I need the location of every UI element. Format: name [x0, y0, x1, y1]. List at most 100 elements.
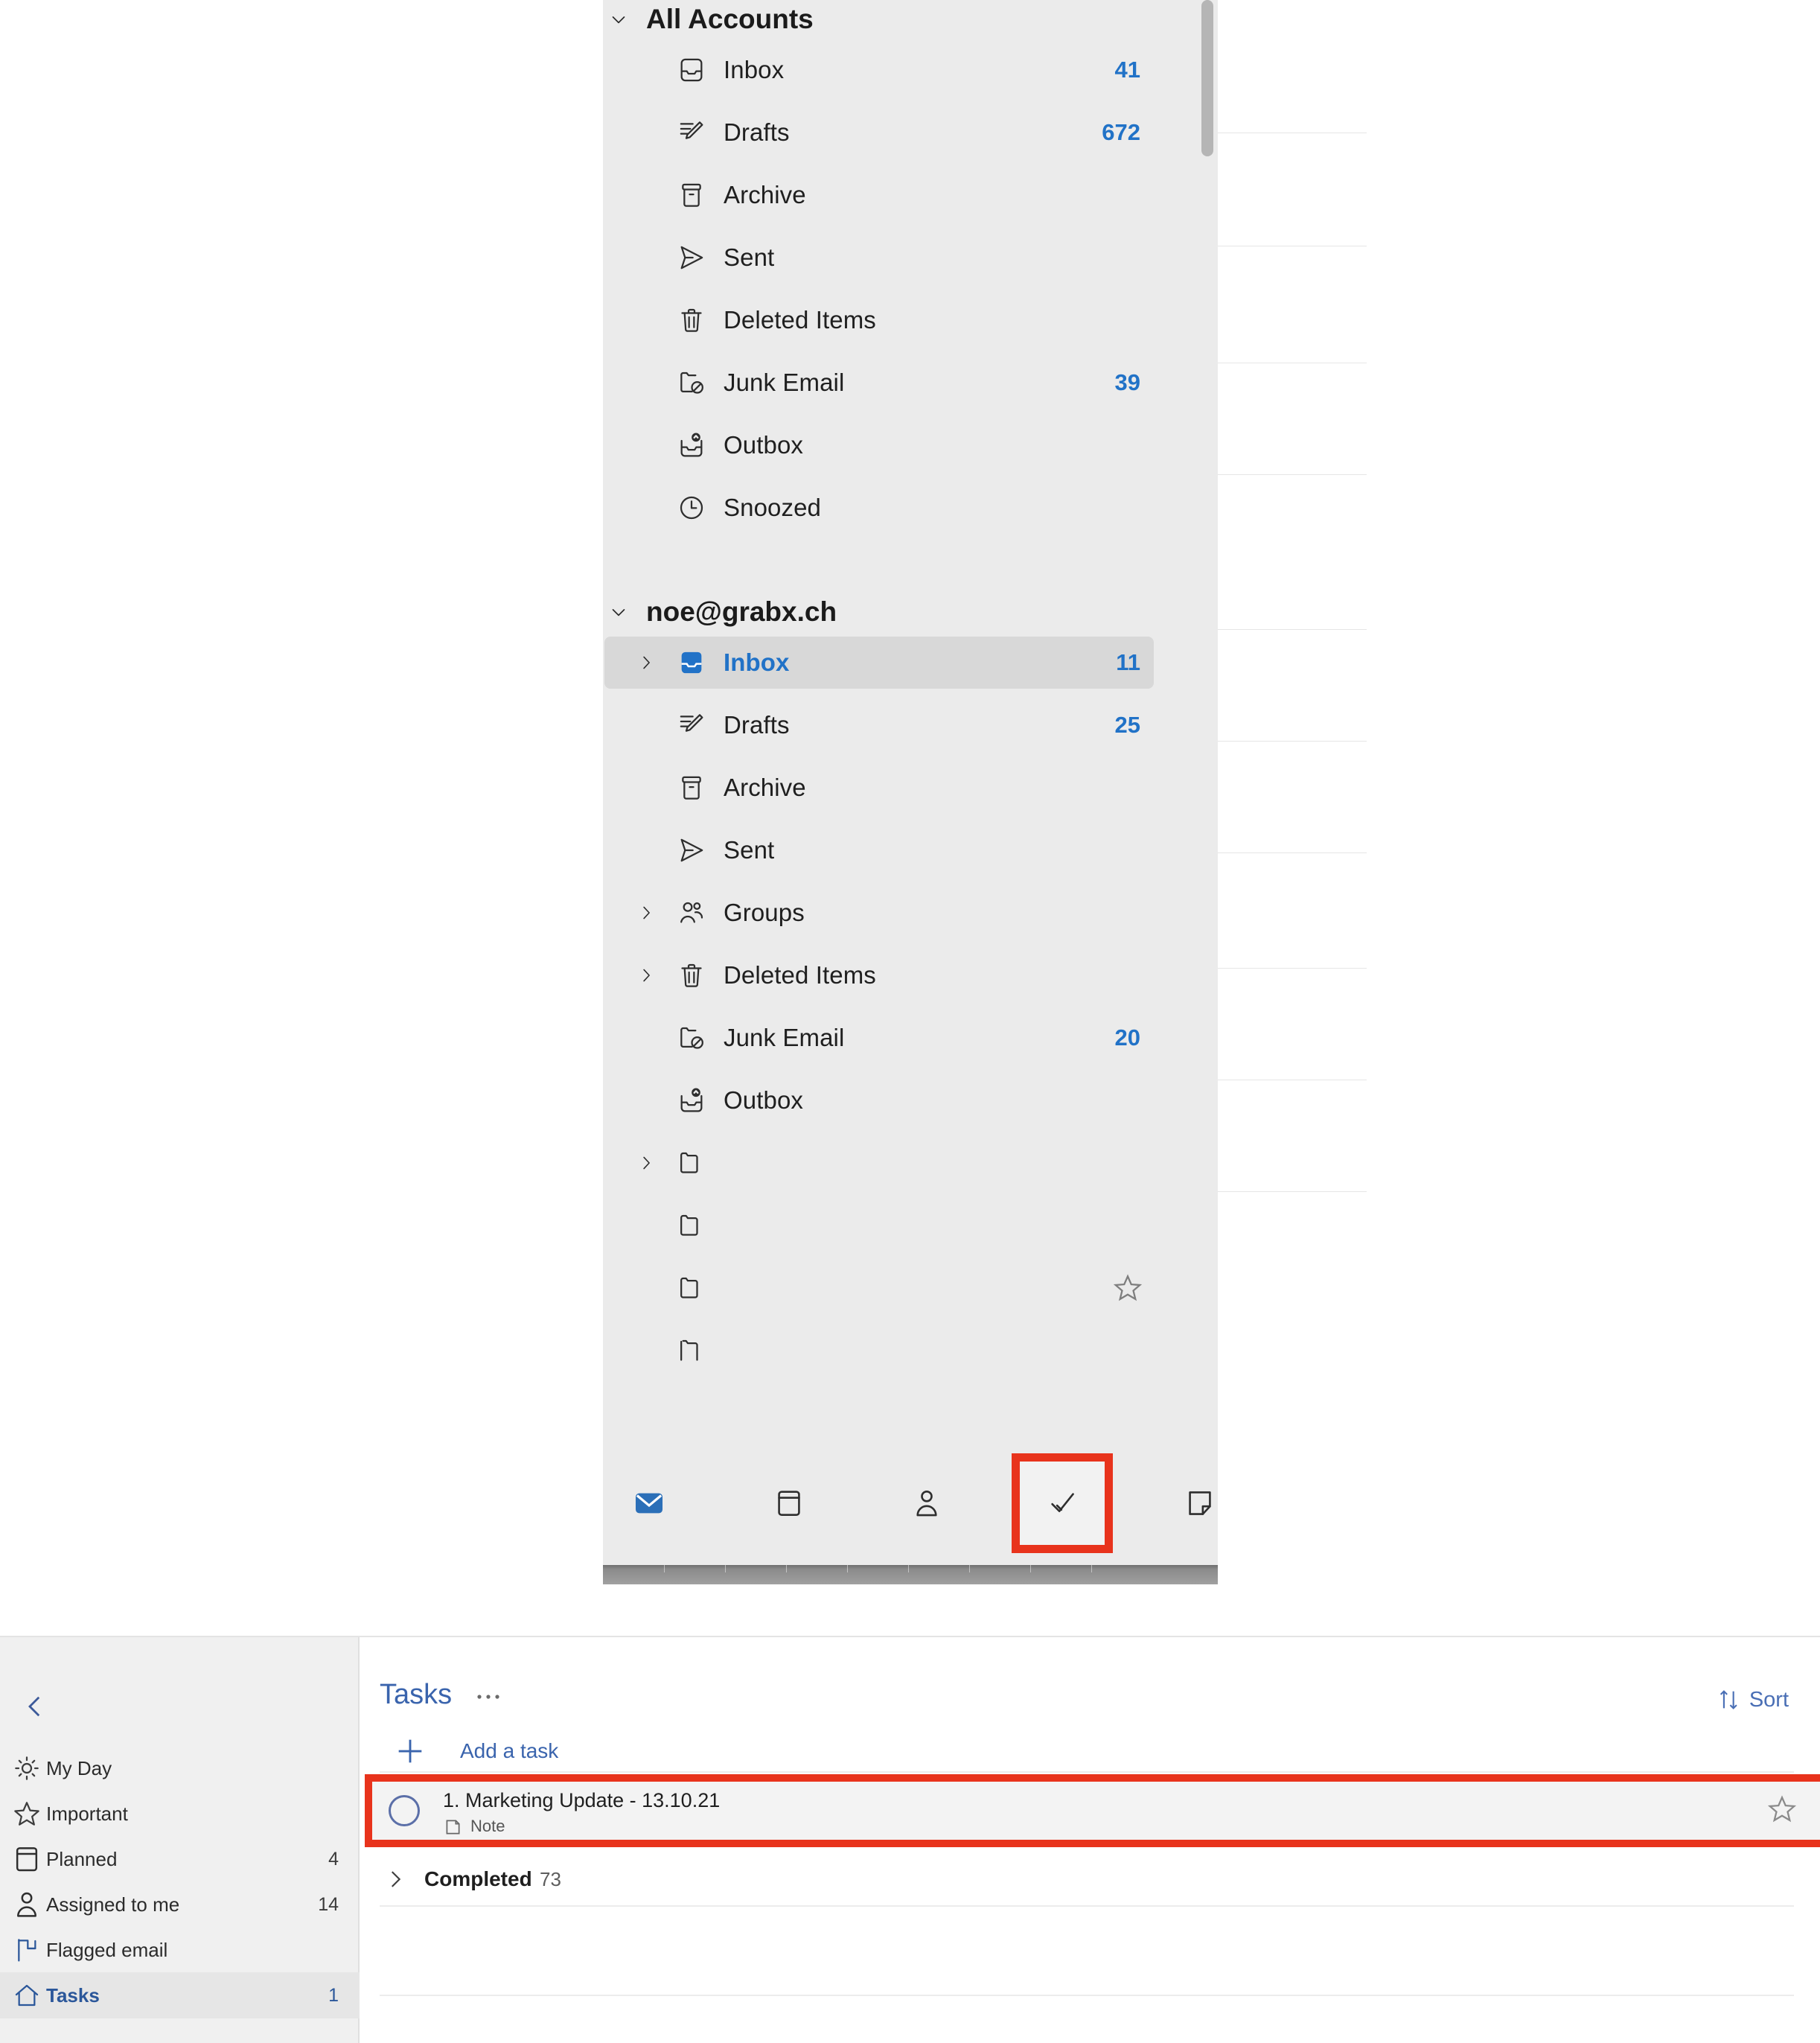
archive-box-icon [677, 180, 706, 210]
tasks-sidebar: My Day Important Planned 4 Assigned to me 14 F… [0, 1637, 360, 2043]
star-icon [10, 1797, 43, 1830]
outbox-upload-icon [677, 430, 706, 460]
checkmark-icon [1045, 1486, 1079, 1520]
sidebar-item-my-day[interactable]: My Day [0, 1745, 360, 1791]
inbox-icon [677, 55, 706, 85]
circle-icon[interactable] [389, 1795, 420, 1826]
folder-label: Sent [724, 243, 775, 271]
folder-label: Outbox [724, 1086, 803, 1114]
folder-label: Deleted Items [724, 306, 876, 334]
folder-item-archive[interactable]: Archive [604, 762, 1154, 814]
sidebar-item-count: 1 [328, 1984, 339, 2006]
folder-pane-horizontal-scrollbar[interactable] [603, 1565, 1218, 1584]
message-list-divider [1218, 741, 1367, 742]
folder-item-unnamed[interactable] [604, 1262, 1154, 1314]
account-name: All Accounts [646, 4, 814, 34]
folder-item-archive[interactable]: Archive [604, 169, 1154, 221]
add-task-button[interactable]: Add a task [378, 1728, 1792, 1774]
folder-item-unnamed[interactable] [604, 1199, 1154, 1252]
list-options-button[interactable] [473, 1689, 509, 1712]
chevron-right-icon [383, 1867, 408, 1892]
folder-item-deleted-items[interactable]: Deleted Items [604, 294, 1154, 346]
sort-button[interactable]: Sort [1717, 1686, 1789, 1713]
folder-icon [677, 1148, 706, 1178]
mail-filled-icon [632, 1486, 666, 1520]
notes-app-button[interactable] [1155, 1459, 1245, 1547]
folder-item-deleted-items[interactable]: Deleted Items [604, 949, 1154, 1001]
folder-icon [677, 1273, 706, 1303]
chevron-down-icon[interactable] [607, 8, 630, 31]
plus-icon [393, 1734, 427, 1768]
people-app-button[interactable] [882, 1459, 971, 1547]
person-icon [10, 1888, 43, 1921]
tasks-app-button[interactable] [1012, 1453, 1113, 1553]
folder-pane-vertical-scrollbar[interactable] [1201, 0, 1213, 156]
people-group-icon [677, 898, 706, 928]
sidebar-item-label: Important [46, 1802, 128, 1825]
sidebar-item-assigned-to-me[interactable]: Assigned to me 14 [0, 1881, 360, 1928]
folder-item-inbox[interactable]: Inbox 11 [604, 637, 1154, 689]
folder-partial-icon [677, 1336, 706, 1365]
note-icon [1183, 1486, 1217, 1520]
folder-expand-chevron-icon[interactable] [636, 652, 657, 673]
chevron-left-icon [28, 1696, 40, 1717]
folder-unread-count: 11 [1116, 649, 1140, 675]
sidebar-item-planned[interactable]: Planned 4 [0, 1836, 360, 1882]
account-name: noe@grabx.ch [646, 596, 837, 627]
folder-item-groups[interactable]: Groups [604, 887, 1154, 939]
folder-label: Junk Email [724, 1024, 845, 1051]
folder-unread-count: 672 [1102, 119, 1140, 145]
folder-item-sent[interactable]: Sent [604, 824, 1154, 876]
sidebar-item-label: My Day [46, 1756, 112, 1779]
home-icon [10, 1979, 43, 2012]
folder-item-unnamed[interactable] [604, 1325, 1154, 1377]
sidebar-item-flagged-email[interactable]: Flagged email [0, 1927, 360, 1973]
note-small-icon [443, 1817, 462, 1837]
folder-item-snoozed[interactable]: Snoozed [604, 482, 1154, 534]
folder-expand-chevron-icon[interactable] [636, 965, 657, 986]
folder-item-drafts[interactable]: Drafts 25 [604, 699, 1154, 751]
sidebar-item-tasks[interactable]: Tasks 1 [0, 1972, 360, 2018]
folder-item-outbox[interactable]: Outbox [604, 419, 1154, 471]
account-header[interactable]: All Accounts [607, 4, 814, 35]
completed-section-header[interactable]: Completed 73 [372, 1858, 1820, 1901]
inbox-filled-icon [677, 648, 706, 678]
folder-item-inbox[interactable]: Inbox 41 [604, 44, 1154, 96]
flag-icon [10, 1934, 43, 1966]
calendar-app-button[interactable] [744, 1459, 834, 1547]
folder-item-outbox[interactable]: Outbox [604, 1074, 1154, 1126]
folder-unread-count: 39 [1114, 369, 1140, 395]
sent-paperplane-icon [677, 835, 706, 865]
calendar-icon [10, 1843, 43, 1875]
folder-item-unnamed[interactable] [604, 1137, 1154, 1189]
star-outline-icon[interactable] [1766, 1794, 1798, 1825]
mail-app-button[interactable] [604, 1459, 694, 1547]
tasks-window: My Day Important Planned 4 Assigned to me 14 F… [0, 1636, 1820, 2043]
app-switcher-bar [604, 1453, 1216, 1556]
folder-unread-count: 41 [1114, 57, 1140, 83]
folder-label: Inbox [724, 648, 790, 676]
task-row[interactable]: 1. Marketing Update - 13.10.21 Note [365, 1774, 1820, 1847]
account-header[interactable]: noe@grabx.ch [607, 596, 837, 628]
folder-item-junk-email[interactable]: Junk Email 20 [604, 1012, 1154, 1064]
folder-label: Drafts [724, 711, 790, 739]
star-outline-icon[interactable] [1112, 1272, 1143, 1304]
sidebar-item-important[interactable]: Important [0, 1791, 360, 1837]
folder-expand-chevron-icon[interactable] [636, 1153, 657, 1173]
folder-icon [677, 1211, 706, 1240]
message-list-divider [1218, 474, 1367, 475]
sun-icon [10, 1752, 43, 1785]
outbox-upload-icon [677, 1086, 706, 1115]
collapse-sidebar-button[interactable] [10, 1682, 60, 1731]
chevron-down-icon[interactable] [607, 601, 630, 623]
folder-item-sent[interactable]: Sent [604, 232, 1154, 284]
folder-item-junk-email[interactable]: Junk Email 39 [604, 357, 1154, 409]
folder-expand-chevron-icon[interactable] [636, 902, 657, 923]
folder-unread-count: 25 [1114, 712, 1140, 738]
folder-label: Junk Email [724, 369, 845, 396]
sidebar-item-label: Assigned to me [46, 1893, 180, 1916]
completed-label: Completed [424, 1867, 532, 1890]
folder-label: Groups [724, 899, 805, 926]
folder-label: Archive [724, 181, 806, 208]
folder-item-drafts[interactable]: Drafts 672 [604, 106, 1154, 159]
